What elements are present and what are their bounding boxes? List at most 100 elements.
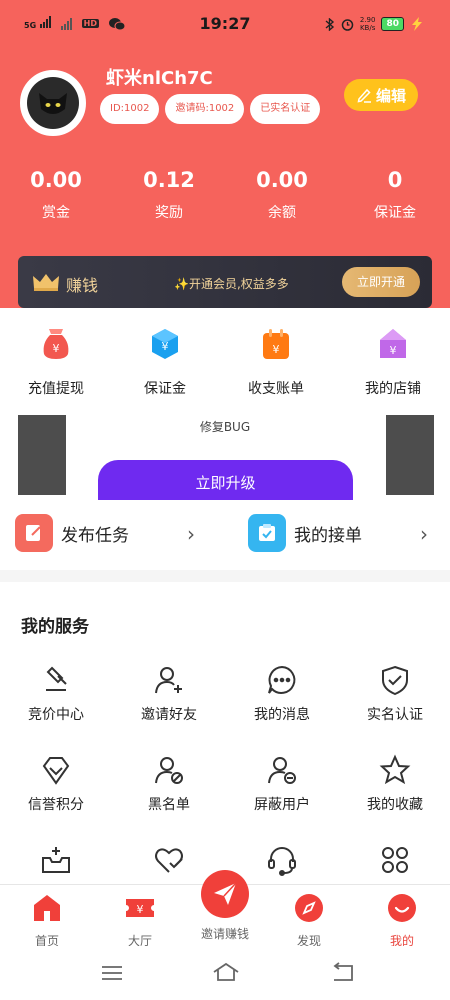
service-support[interactable] <box>226 844 338 876</box>
vip-banner[interactable]: 赚钱 ✨开通会员,权益多多 立即开通 <box>18 256 432 308</box>
stat-bounty[interactable]: 0.00 赏金 <box>0 168 112 222</box>
block-user-icon <box>155 757 183 784</box>
svg-text:¥: ¥ <box>273 343 280 356</box>
service-my-messages[interactable]: 我的消息 <box>226 664 338 724</box>
gavel-icon <box>46 666 67 691</box>
stat-reward[interactable]: 0.12 奖励 <box>113 168 225 222</box>
quick-my-shop[interactable]: ¥ 我的店铺 <box>337 328 449 398</box>
quick-bills[interactable]: ¥ 收支账单 <box>220 328 332 398</box>
stat-value: 0 <box>387 168 403 192</box>
battery-indicator: 80 <box>381 17 404 31</box>
vip-open-button[interactable]: 立即开通 <box>342 267 420 297</box>
net-speed: 2.90 KB/s <box>360 16 376 32</box>
services-title: 我的服务 <box>21 617 89 637</box>
service-bidding-center[interactable]: 竞价中心 <box>0 664 112 724</box>
update-title: 修复BUG <box>199 420 251 434</box>
stat-label: 奖励 <box>155 205 183 221</box>
edit-button[interactable]: 编辑 <box>344 79 418 111</box>
tab-home[interactable]: 首页 <box>2 893 92 949</box>
shield-check-icon <box>382 665 408 696</box>
quick-label: 收支账单 <box>248 381 304 397</box>
quick-label: 充值提现 <box>28 381 84 397</box>
quick-recharge-withdraw[interactable]: ¥ 充值提现 <box>0 328 112 398</box>
stat-label: 赏金 <box>42 205 70 221</box>
quick-label: 保证金 <box>144 381 186 397</box>
my-orders[interactable]: 我的接单 › <box>248 514 438 552</box>
stat-value: 0.12 <box>143 168 195 192</box>
service-blocked-users[interactable]: 屏蔽用户 <box>226 754 338 814</box>
avatar[interactable] <box>20 70 86 136</box>
service-more[interactable] <box>339 844 450 876</box>
invite-earn-fab[interactable] <box>201 870 249 918</box>
service-label: 我的消息 <box>254 707 310 723</box>
compass-icon <box>295 894 323 922</box>
quick-actions: ¥ 充值提现 ¥ 保证金 ¥ 收支账单 ¥ 我的店铺 <box>0 308 450 408</box>
money-bag-icon: ¥ <box>43 329 69 359</box>
home-nav-icon[interactable] <box>211 962 241 982</box>
heart-check-icon <box>155 848 183 873</box>
service-label: 竞价中心 <box>28 707 84 723</box>
shop-yen-icon: ¥ <box>380 329 406 358</box>
tab-discover[interactable]: 发现 <box>264 893 354 949</box>
task-label: 我的接单 <box>294 525 362 546</box>
service-label: 邀请好友 <box>141 707 197 723</box>
service-invite-friends[interactable]: 邀请好友 <box>113 664 225 724</box>
quick-label: 我的店铺 <box>365 381 421 397</box>
speed-value: 2.90 <box>359 16 376 24</box>
mute-user-icon <box>268 757 296 784</box>
vip-desc: ✨开通会员,权益多多 <box>174 277 289 291</box>
bluetooth-icon <box>325 17 334 31</box>
star-icon <box>379 754 411 785</box>
publish-task[interactable]: 发布任务 › <box>15 514 215 552</box>
upgrade-button[interactable]: 立即升级 <box>98 460 353 500</box>
quick-deposit[interactable]: ¥ 保证金 <box>109 328 221 398</box>
task-label: 发布任务 <box>61 525 129 546</box>
service-care[interactable] <box>113 844 225 876</box>
service-label: 屏蔽用户 <box>254 797 310 813</box>
my-services: 我的服务 竞价中心 邀请好友 我的消息 实名认证 信誉积分 黑名单 屏蔽用户 我… <box>0 582 450 884</box>
stat-value: 0.00 <box>256 168 308 192</box>
paper-plane-icon <box>214 882 237 905</box>
chevron-right-icon: › <box>187 522 195 546</box>
stat-label: 余额 <box>268 205 296 221</box>
service-favorites[interactable]: 我的收藏 <box>339 754 450 814</box>
edit-label: 编辑 <box>375 86 406 105</box>
message-icon <box>268 665 296 694</box>
svg-text:¥: ¥ <box>53 342 60 355</box>
update-banner: 修复BUG 立即升级 <box>0 408 450 500</box>
invite-code-chip[interactable]: 邀请码:1002 <box>165 94 245 124</box>
service-real-name[interactable]: 实名认证 <box>339 664 450 724</box>
service-credit-points[interactable]: 信誉积分 <box>0 754 112 814</box>
service-label: 黑名单 <box>148 797 190 813</box>
service-blacklist[interactable]: 黑名单 <box>113 754 225 814</box>
profile-icon <box>388 894 416 922</box>
status-bar: 5G HD 19:27 2.90 KB/s 80 <box>0 0 450 50</box>
chevron-right-icon: › <box>420 522 428 546</box>
tab-mine[interactable]: 我的 <box>357 893 447 949</box>
stat-label: 保证金 <box>374 205 416 221</box>
charging-icon <box>412 17 422 31</box>
hexagon-yen-icon: ¥ <box>152 329 178 359</box>
speed-unit: KB/s <box>359 24 376 32</box>
invite-earn-label: 邀请赚钱 <box>200 927 249 941</box>
stat-deposit[interactable]: 0 保证金 <box>339 168 450 222</box>
status-right: 2.90 KB/s 80 <box>325 16 424 32</box>
task-row: 发布任务 › 我的接单 › <box>0 500 450 570</box>
stat-balance[interactable]: 0.00 余额 <box>226 168 338 222</box>
vip-title: 赚钱 <box>66 276 99 295</box>
calendar-yen-icon: ¥ <box>263 329 289 359</box>
back-nav-icon[interactable] <box>330 962 356 982</box>
service-inbox[interactable] <box>0 844 112 876</box>
stat-value: 0.00 <box>30 168 82 192</box>
inbox-plus-icon <box>42 847 70 873</box>
publish-task-icon <box>15 514 53 552</box>
menu-icon[interactable] <box>100 964 124 982</box>
my-orders-icon <box>248 514 286 552</box>
username: 虾米nlCh7C <box>106 68 213 89</box>
diamond-icon <box>42 757 70 785</box>
system-nav-bar <box>0 946 450 1000</box>
verified-chip: 已实名认证 <box>250 94 321 124</box>
cat-face-icon <box>39 93 67 114</box>
tab-hall[interactable]: ¥ 大厅 <box>95 893 185 949</box>
svg-text:¥: ¥ <box>137 903 144 916</box>
